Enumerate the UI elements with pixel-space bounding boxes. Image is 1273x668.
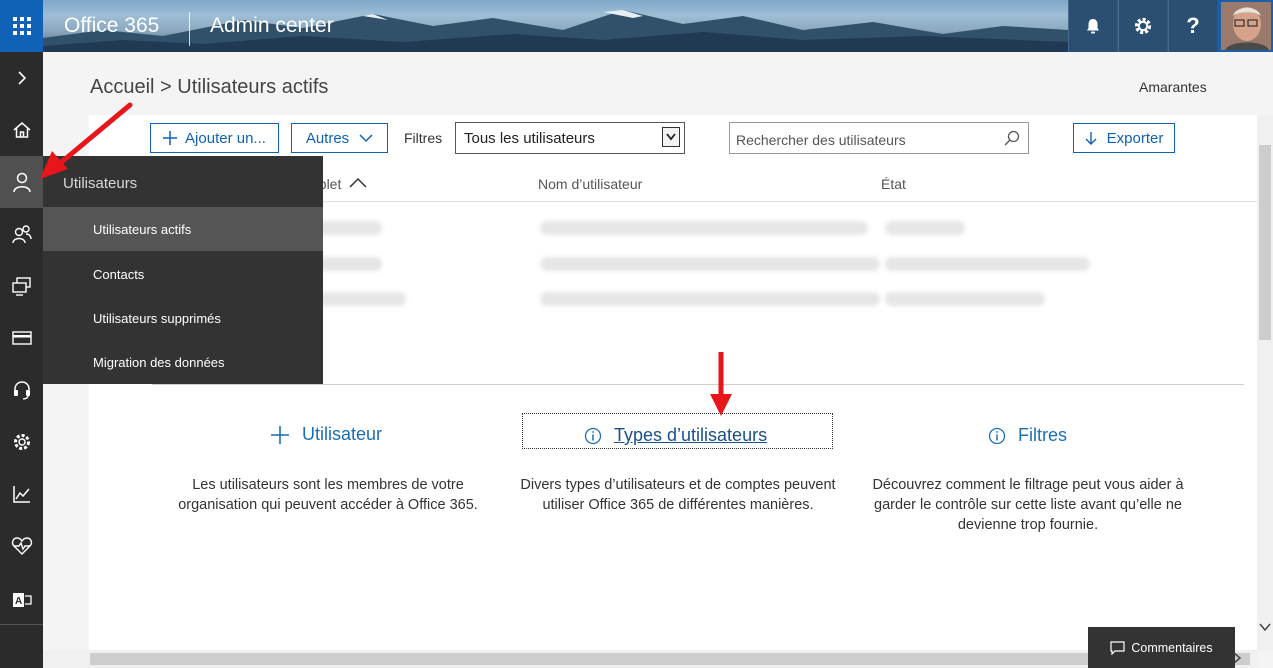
search-input[interactable]	[734, 131, 978, 149]
horizontal-scroll-thumb[interactable]	[90, 653, 1250, 665]
app-title[interactable]: Admin center	[210, 14, 334, 38]
brand-name[interactable]: Office 365	[64, 14, 159, 38]
billing-icon[interactable]	[0, 312, 43, 364]
card-user-types-title-label: Types d’utilisateurs	[614, 425, 768, 445]
column-header-status[interactable]: État	[881, 176, 906, 192]
support-icon[interactable]	[0, 364, 43, 416]
flyout-item-active-users[interactable]: Utilisateurs actifs	[43, 207, 323, 251]
groups-icon[interactable]	[0, 208, 43, 260]
add-user-label: Ajouter un...	[185, 129, 266, 147]
settings-icon[interactable]	[0, 416, 43, 468]
more-actions-button[interactable]: Autres	[291, 123, 388, 153]
bell-icon[interactable]	[1068, 0, 1117, 52]
card-user-title[interactable]: Utilisateur	[270, 424, 382, 445]
feedback-button[interactable]: Commentaires	[1088, 627, 1235, 668]
search-icon[interactable]	[1004, 130, 1020, 146]
card-user-title-label: Utilisateur	[302, 424, 383, 444]
flyout-item-deleted-users[interactable]: Utilisateurs supprimés	[43, 296, 323, 340]
health-icon[interactable]	[0, 520, 43, 572]
table-row	[885, 221, 965, 235]
download-icon	[1085, 131, 1097, 145]
search-box[interactable]	[729, 122, 1029, 154]
filter-label: Filtres	[404, 130, 443, 146]
users-flyout-menu: Utilisateurs Utilisateurs actifs Contact…	[43, 156, 323, 384]
filter-selected-value: Tous les utilisateurs	[464, 130, 595, 147]
waffle-icon[interactable]	[0, 0, 43, 52]
export-label: Exporter	[1106, 129, 1164, 147]
help-icon[interactable]: ?	[1168, 0, 1217, 52]
export-button[interactable]: Exporter	[1073, 123, 1175, 153]
plus-icon	[271, 425, 289, 444]
chevron-down-icon	[359, 134, 373, 143]
scroll-down-icon[interactable]	[1258, 620, 1272, 634]
svg-text:A: A	[15, 596, 22, 607]
flyout-item-contacts[interactable]: Contacts	[43, 252, 323, 296]
section-divider	[152, 384, 1244, 385]
info-icon	[988, 427, 1006, 444]
annotation-arrow	[40, 102, 133, 179]
card-filters-title-label: Filtres	[1018, 425, 1067, 445]
chevron-down-icon[interactable]	[662, 127, 680, 147]
table-row	[885, 257, 1090, 271]
exchange-icon[interactable]: A	[0, 574, 43, 626]
reports-icon[interactable]	[0, 468, 43, 520]
table-row	[540, 221, 868, 235]
flyout-item-data-migration[interactable]: Migration des données	[43, 340, 323, 384]
header-separator	[189, 12, 190, 46]
vertical-scroll-thumb[interactable]	[1259, 145, 1271, 340]
table-row	[540, 257, 880, 271]
card-user-text: Les utilisateurs sont les membres de vot…	[178, 477, 478, 513]
info-icon	[584, 427, 602, 444]
card-filters-title[interactable]: Filtres	[988, 425, 1067, 446]
header-banner-image	[43, 10, 1068, 52]
resources-icon[interactable]	[0, 260, 43, 312]
comment-icon	[1110, 640, 1125, 655]
card-filters-text: Découvrez comment le filtrage peut vous …	[872, 477, 1184, 533]
table-row[interactable]	[318, 221, 382, 235]
table-row[interactable]	[318, 292, 406, 306]
sort-ascending-icon	[349, 177, 367, 188]
plus-icon	[163, 131, 178, 145]
more-actions-label: Autres	[305, 129, 350, 147]
table-row	[540, 292, 880, 306]
card-user-types-title[interactable]: Types d’utilisateurs	[584, 425, 767, 446]
gear-icon[interactable]	[1118, 0, 1167, 52]
add-user-button[interactable]: Ajouter un...	[150, 123, 279, 153]
card-user-types-text: Divers types d’utilisateurs et de compte…	[520, 477, 836, 513]
filter-select[interactable]: Tous les utilisateurs	[455, 122, 685, 154]
avatar[interactable]	[1221, 2, 1271, 50]
column-header-username[interactable]: Nom d’utilisateur	[538, 176, 642, 192]
tenant-name: Amarantes	[1139, 79, 1207, 95]
feedback-label: Commentaires	[1131, 640, 1213, 655]
table-row[interactable]	[318, 257, 382, 271]
annotation-arrow	[710, 352, 732, 416]
table-row	[885, 292, 1045, 306]
